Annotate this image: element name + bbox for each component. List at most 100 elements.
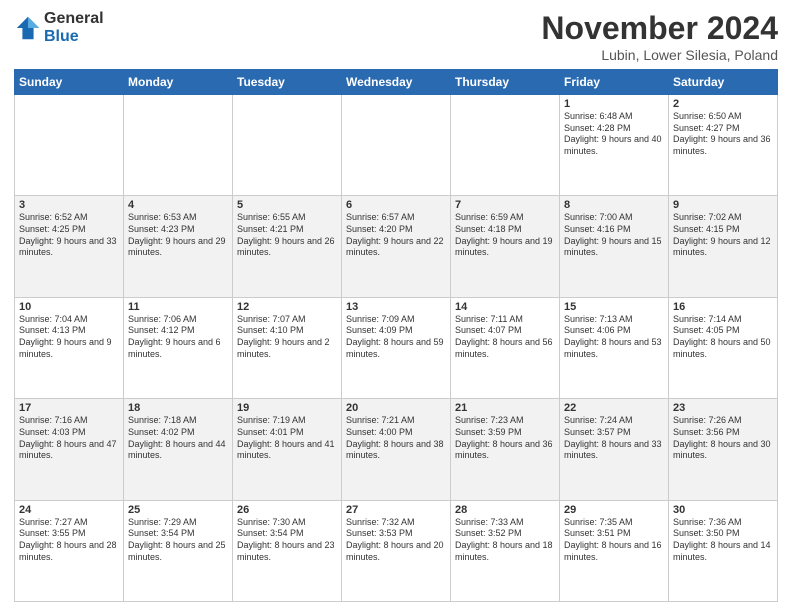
day-info: Sunrise: 7:14 AM <box>673 314 773 326</box>
day-number: 14 <box>455 301 555 313</box>
calendar-cell: 21Sunrise: 7:23 AMSunset: 3:59 PMDayligh… <box>451 399 560 500</box>
day-info: Sunrise: 7:29 AM <box>128 517 228 529</box>
col-sunday: Sunday <box>15 70 124 95</box>
day-number: 28 <box>455 504 555 516</box>
day-info: Sunset: 4:23 PM <box>128 224 228 236</box>
day-info: Sunset: 4:21 PM <box>237 224 337 236</box>
day-number: 25 <box>128 504 228 516</box>
day-info: Daylight: 8 hours and 36 minutes. <box>455 439 555 462</box>
calendar-week-3: 10Sunrise: 7:04 AMSunset: 4:13 PMDayligh… <box>15 297 778 398</box>
day-number: 26 <box>237 504 337 516</box>
day-info: Sunrise: 7:33 AM <box>455 517 555 529</box>
day-info: Sunset: 4:01 PM <box>237 427 337 439</box>
day-info: Daylight: 9 hours and 15 minutes. <box>564 236 664 259</box>
day-info: Sunset: 3:59 PM <box>455 427 555 439</box>
day-info: Sunrise: 7:27 AM <box>19 517 119 529</box>
day-info: Sunset: 4:02 PM <box>128 427 228 439</box>
day-info: Sunset: 3:53 PM <box>346 528 446 540</box>
day-info: Sunset: 4:07 PM <box>455 325 555 337</box>
day-info: Sunrise: 7:21 AM <box>346 415 446 427</box>
day-info: Daylight: 9 hours and 40 minutes. <box>564 134 664 157</box>
calendar: Sunday Monday Tuesday Wednesday Thursday… <box>14 69 778 602</box>
day-info: Sunset: 4:20 PM <box>346 224 446 236</box>
calendar-cell: 30Sunrise: 7:36 AMSunset: 3:50 PMDayligh… <box>669 500 778 601</box>
calendar-cell: 3Sunrise: 6:52 AMSunset: 4:25 PMDaylight… <box>15 196 124 297</box>
day-info: Sunrise: 7:09 AM <box>346 314 446 326</box>
day-info: Daylight: 8 hours and 41 minutes. <box>237 439 337 462</box>
day-info: Sunset: 4:18 PM <box>455 224 555 236</box>
calendar-cell: 19Sunrise: 7:19 AMSunset: 4:01 PMDayligh… <box>233 399 342 500</box>
location: Lubin, Lower Silesia, Poland <box>541 47 778 63</box>
day-info: Daylight: 9 hours and 2 minutes. <box>237 337 337 360</box>
day-info: Sunset: 4:06 PM <box>564 325 664 337</box>
day-number: 16 <box>673 301 773 313</box>
day-info: Sunset: 4:10 PM <box>237 325 337 337</box>
day-info: Daylight: 9 hours and 12 minutes. <box>673 236 773 259</box>
calendar-cell: 7Sunrise: 6:59 AMSunset: 4:18 PMDaylight… <box>451 196 560 297</box>
day-info: Sunrise: 7:30 AM <box>237 517 337 529</box>
day-number: 4 <box>128 199 228 211</box>
day-info: Sunrise: 7:06 AM <box>128 314 228 326</box>
day-info: Sunset: 3:52 PM <box>455 528 555 540</box>
header-row: Sunday Monday Tuesday Wednesday Thursday… <box>15 70 778 95</box>
day-info: Daylight: 8 hours and 33 minutes. <box>564 439 664 462</box>
day-info: Sunrise: 7:13 AM <box>564 314 664 326</box>
day-info: Sunrise: 7:02 AM <box>673 212 773 224</box>
day-info: Sunrise: 6:59 AM <box>455 212 555 224</box>
day-info: Sunset: 3:56 PM <box>673 427 773 439</box>
day-number: 5 <box>237 199 337 211</box>
day-info: Daylight: 8 hours and 25 minutes. <box>128 540 228 563</box>
day-info: Daylight: 8 hours and 50 minutes. <box>673 337 773 360</box>
day-info: Daylight: 8 hours and 53 minutes. <box>564 337 664 360</box>
calendar-cell <box>124 95 233 196</box>
day-info: Sunset: 4:09 PM <box>346 325 446 337</box>
calendar-cell: 1Sunrise: 6:48 AMSunset: 4:28 PMDaylight… <box>560 95 669 196</box>
calendar-cell <box>342 95 451 196</box>
calendar-cell: 29Sunrise: 7:35 AMSunset: 3:51 PMDayligh… <box>560 500 669 601</box>
day-info: Sunset: 3:50 PM <box>673 528 773 540</box>
day-info: Daylight: 8 hours and 59 minutes. <box>346 337 446 360</box>
day-number: 11 <box>128 301 228 313</box>
day-number: 3 <box>19 199 119 211</box>
col-saturday: Saturday <box>669 70 778 95</box>
day-info: Sunset: 4:28 PM <box>564 123 664 135</box>
calendar-cell: 24Sunrise: 7:27 AMSunset: 3:55 PMDayligh… <box>15 500 124 601</box>
day-info: Daylight: 8 hours and 16 minutes. <box>564 540 664 563</box>
calendar-cell: 22Sunrise: 7:24 AMSunset: 3:57 PMDayligh… <box>560 399 669 500</box>
day-info: Sunset: 3:54 PM <box>128 528 228 540</box>
day-info: Sunset: 3:54 PM <box>237 528 337 540</box>
calendar-cell: 11Sunrise: 7:06 AMSunset: 4:12 PMDayligh… <box>124 297 233 398</box>
calendar-cell: 14Sunrise: 7:11 AMSunset: 4:07 PMDayligh… <box>451 297 560 398</box>
calendar-cell: 9Sunrise: 7:02 AMSunset: 4:15 PMDaylight… <box>669 196 778 297</box>
day-number: 23 <box>673 402 773 414</box>
day-info: Sunset: 3:57 PM <box>564 427 664 439</box>
day-info: Sunset: 4:00 PM <box>346 427 446 439</box>
calendar-cell: 23Sunrise: 7:26 AMSunset: 3:56 PMDayligh… <box>669 399 778 500</box>
col-monday: Monday <box>124 70 233 95</box>
day-info: Sunrise: 7:11 AM <box>455 314 555 326</box>
day-info: Daylight: 8 hours and 47 minutes. <box>19 439 119 462</box>
calendar-cell: 20Sunrise: 7:21 AMSunset: 4:00 PMDayligh… <box>342 399 451 500</box>
calendar-cell: 27Sunrise: 7:32 AMSunset: 3:53 PMDayligh… <box>342 500 451 601</box>
day-number: 18 <box>128 402 228 414</box>
day-info: Daylight: 9 hours and 6 minutes. <box>128 337 228 360</box>
logo-general: General <box>44 10 104 28</box>
calendar-week-4: 17Sunrise: 7:16 AMSunset: 4:03 PMDayligh… <box>15 399 778 500</box>
day-info: Daylight: 8 hours and 28 minutes. <box>19 540 119 563</box>
day-info: Sunset: 4:12 PM <box>128 325 228 337</box>
calendar-cell <box>451 95 560 196</box>
day-info: Sunset: 4:05 PM <box>673 325 773 337</box>
day-info: Sunrise: 7:18 AM <box>128 415 228 427</box>
day-info: Daylight: 8 hours and 44 minutes. <box>128 439 228 462</box>
day-info: Sunrise: 6:50 AM <box>673 111 773 123</box>
calendar-cell: 10Sunrise: 7:04 AMSunset: 4:13 PMDayligh… <box>15 297 124 398</box>
calendar-cell: 15Sunrise: 7:13 AMSunset: 4:06 PMDayligh… <box>560 297 669 398</box>
calendar-cell: 5Sunrise: 6:55 AMSunset: 4:21 PMDaylight… <box>233 196 342 297</box>
day-info: Sunrise: 7:16 AM <box>19 415 119 427</box>
day-info: Sunset: 3:51 PM <box>564 528 664 540</box>
calendar-cell: 26Sunrise: 7:30 AMSunset: 3:54 PMDayligh… <box>233 500 342 601</box>
calendar-cell <box>233 95 342 196</box>
day-info: Sunrise: 7:23 AM <box>455 415 555 427</box>
calendar-cell: 25Sunrise: 7:29 AMSunset: 3:54 PMDayligh… <box>124 500 233 601</box>
day-number: 10 <box>19 301 119 313</box>
